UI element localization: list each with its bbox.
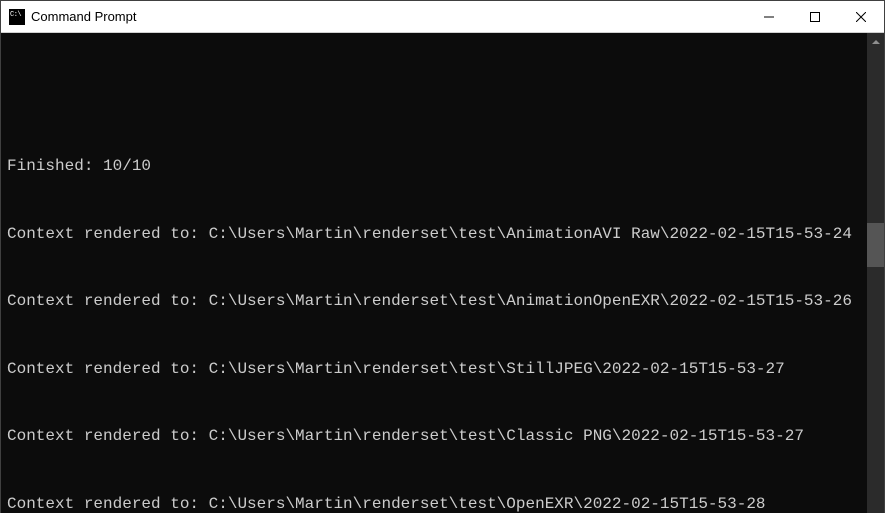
maximize-button[interactable]	[792, 1, 838, 32]
scroll-thumb[interactable]	[867, 223, 884, 267]
window-controls	[746, 1, 884, 32]
maximize-icon	[810, 12, 820, 22]
console-line: Context rendered to: C:\Users\Martin\ren…	[7, 358, 867, 381]
console-line: Finished: 10/10	[7, 155, 867, 178]
scroll-up-button[interactable]	[867, 33, 884, 50]
command-prompt-window: Command Prompt Finished: 10/10 Context r…	[0, 0, 885, 513]
app-icon	[9, 9, 25, 25]
console-line: Context rendered to: C:\Users\Martin\ren…	[7, 290, 867, 313]
vertical-scrollbar[interactable]	[867, 33, 884, 513]
titlebar[interactable]: Command Prompt	[1, 1, 884, 33]
console-output[interactable]: Finished: 10/10 Context rendered to: C:\…	[1, 33, 867, 513]
client-area: Finished: 10/10 Context rendered to: C:\…	[1, 33, 884, 513]
console-line: Context rendered to: C:\Users\Martin\ren…	[7, 425, 867, 448]
minimize-button[interactable]	[746, 1, 792, 32]
close-icon	[856, 12, 866, 22]
console-line: Context rendered to: C:\Users\Martin\ren…	[7, 223, 867, 246]
minimize-icon	[764, 12, 774, 22]
close-button[interactable]	[838, 1, 884, 32]
console-line: Context rendered to: C:\Users\Martin\ren…	[7, 493, 867, 513]
window-title: Command Prompt	[31, 9, 746, 24]
chevron-up-icon	[872, 38, 880, 46]
